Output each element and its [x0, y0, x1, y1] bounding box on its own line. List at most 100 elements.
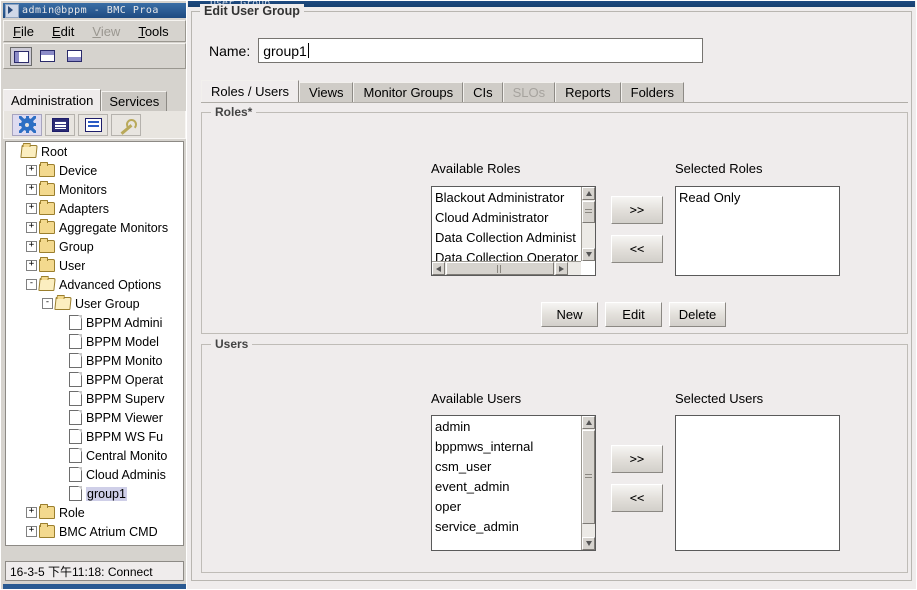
wrench-icon	[119, 118, 137, 132]
tree-item[interactable]: BPPM Operat	[6, 370, 183, 389]
list-item[interactable]: Blackout Administrator	[435, 188, 581, 208]
tree-item[interactable]: + Role	[6, 503, 183, 522]
tree-item[interactable]: BPPM Admini	[6, 313, 183, 332]
tree-item[interactable]: + User	[6, 256, 183, 275]
list-item[interactable]: event_admin	[435, 477, 581, 497]
layout-toolbar	[3, 43, 186, 69]
menubar: File Edit View Tools	[3, 20, 186, 42]
vscroll-thumb[interactable]	[582, 201, 595, 223]
scroll-left-arrow-icon[interactable]	[432, 262, 445, 275]
tree-item[interactable]: Central Monito	[6, 446, 183, 465]
available-roles-hscrollbar[interactable]	[432, 261, 581, 275]
list-item[interactable]: bppmws_internal	[435, 437, 581, 457]
scroll-down-arrow-icon[interactable]	[582, 248, 595, 261]
name-input[interactable]: group1	[258, 38, 704, 63]
tab-reports[interactable]: Reports	[555, 82, 621, 102]
tab-views[interactable]: Views	[299, 82, 354, 102]
available-users-vscrollbar[interactable]	[581, 416, 595, 550]
vscroll-thumb[interactable]	[582, 430, 595, 524]
list-item[interactable]: service_admin	[435, 517, 581, 537]
navigation-tree[interactable]: Root + Device + Monitors + Adapters + Aggregate …	[5, 141, 184, 546]
tree-item[interactable]: + BMC Atrium CMD	[6, 522, 183, 541]
tree-item[interactable]: - User Group	[6, 294, 183, 313]
tree-item[interactable]: + Aggregate Monitors	[6, 218, 183, 237]
tree-item[interactable]: BPPM Viewer	[6, 408, 183, 427]
app-titlebar[interactable]: admin@bppm - BMC Proa	[3, 3, 186, 18]
add-role-button[interactable]: >>	[611, 196, 663, 224]
tree-item[interactable]: + Device	[6, 161, 183, 180]
list-item[interactable]: admin	[435, 417, 581, 437]
edit-user-group-dialog: User Group Edit User Group Name: group1 …	[186, 0, 917, 590]
tree-item[interactable]: + Group	[6, 237, 183, 256]
collapse-icon[interactable]: -	[26, 279, 37, 290]
tab-folders[interactable]: Folders	[620, 82, 684, 102]
tree-item-label: BPPM WS Fu	[86, 429, 164, 444]
list-item[interactable]: Data Collection Administ	[435, 228, 581, 248]
tab-monitor-groups[interactable]: Monitor Groups	[353, 82, 464, 102]
tree-item[interactable]: BPPM Monito	[6, 351, 183, 370]
available-roles-vscrollbar[interactable]	[581, 187, 595, 261]
tree-item-label: Central Monito	[86, 448, 168, 463]
tree-item[interactable]: BPPM WS Fu	[6, 427, 183, 446]
file-icon	[69, 486, 82, 501]
list-item[interactable]: Data Collection Operator	[435, 248, 581, 261]
selected-users-listbox[interactable]	[675, 415, 840, 551]
main-application-window: admin@bppm - BMC Proa File Edit View Too…	[0, 0, 190, 590]
list-view-button[interactable]	[78, 113, 108, 136]
tree-item[interactable]: + Adapters	[6, 199, 183, 218]
remove-role-button[interactable]: <<	[611, 235, 663, 263]
remove-user-button[interactable]: <<	[611, 484, 663, 512]
expand-icon[interactable]: +	[26, 241, 37, 252]
layout-top-split-button[interactable]	[37, 46, 59, 66]
expand-icon[interactable]: +	[26, 203, 37, 214]
expand-icon[interactable]: +	[26, 184, 37, 195]
scroll-right-arrow-icon[interactable]	[555, 262, 568, 275]
available-roles-listbox[interactable]: Blackout Administrator Cloud Administrato…	[431, 186, 596, 276]
tree-item[interactable]: BPPM Model	[6, 332, 183, 351]
tab-services[interactable]: Services	[101, 91, 168, 111]
delete-role-button[interactable]: Delete	[669, 302, 726, 327]
tab-administration[interactable]: Administration	[3, 89, 102, 111]
tree-item-label: BPPM Operat	[86, 372, 164, 387]
dialog-body: Edit User Group Name: group1 Roles / Use…	[191, 4, 912, 581]
wrench-button[interactable]	[111, 113, 141, 136]
expand-icon[interactable]: +	[26, 222, 37, 233]
expand-icon[interactable]: +	[26, 260, 37, 271]
new-role-button[interactable]: New	[541, 302, 598, 327]
edit-role-button[interactable]: Edit	[605, 302, 662, 327]
scroll-down-arrow-icon[interactable]	[582, 537, 595, 550]
list-item[interactable]: Read Only	[679, 188, 839, 208]
menu-edit[interactable]: Edit	[43, 22, 83, 41]
app-title: admin@bppm - BMC Proa	[22, 5, 159, 16]
add-user-button[interactable]: >>	[611, 445, 663, 473]
folder-icon	[39, 257, 55, 272]
list-item[interactable]: Cloud Administrator	[435, 208, 581, 228]
menu-file[interactable]: File	[4, 22, 43, 41]
selected-roles-listbox[interactable]: Read Only	[675, 186, 840, 276]
gear-button[interactable]	[12, 113, 42, 136]
expand-icon[interactable]: +	[26, 507, 37, 518]
tree-item[interactable]: Root	[6, 142, 183, 161]
tree-item[interactable]: BPPM Superv	[6, 389, 183, 408]
tree-item[interactable]: + Monitors	[6, 180, 183, 199]
expand-icon[interactable]: +	[26, 526, 37, 537]
layout-bottom-split-button[interactable]	[64, 46, 86, 66]
tree-item[interactable]: Cloud Adminis	[6, 465, 183, 484]
tab-cis[interactable]: CIs	[463, 82, 503, 102]
collapse-icon[interactable]: -	[42, 298, 53, 309]
edit-user-group-legend: Edit User Group	[200, 4, 304, 18]
list-item[interactable]: csm_user	[435, 457, 581, 477]
available-users-listbox[interactable]: admin bppmws_internal csm_user event_admin o…	[431, 415, 596, 551]
menu-edit-label: dit	[60, 23, 75, 39]
tab-roles-users[interactable]: Roles / Users	[201, 80, 300, 102]
layout-left-split-button[interactable]	[10, 46, 32, 66]
tree-item[interactable]: - Advanced Options	[6, 275, 183, 294]
tree-item[interactable]: group1	[6, 484, 183, 503]
menu-tools[interactable]: Tools	[129, 22, 177, 41]
list-item[interactable]: oper	[435, 497, 581, 517]
expand-icon[interactable]: +	[26, 165, 37, 176]
console-window-button[interactable]	[45, 113, 75, 136]
hscroll-thumb[interactable]	[446, 262, 554, 275]
scroll-up-arrow-icon[interactable]	[582, 416, 595, 429]
scroll-up-arrow-icon[interactable]	[582, 187, 595, 200]
